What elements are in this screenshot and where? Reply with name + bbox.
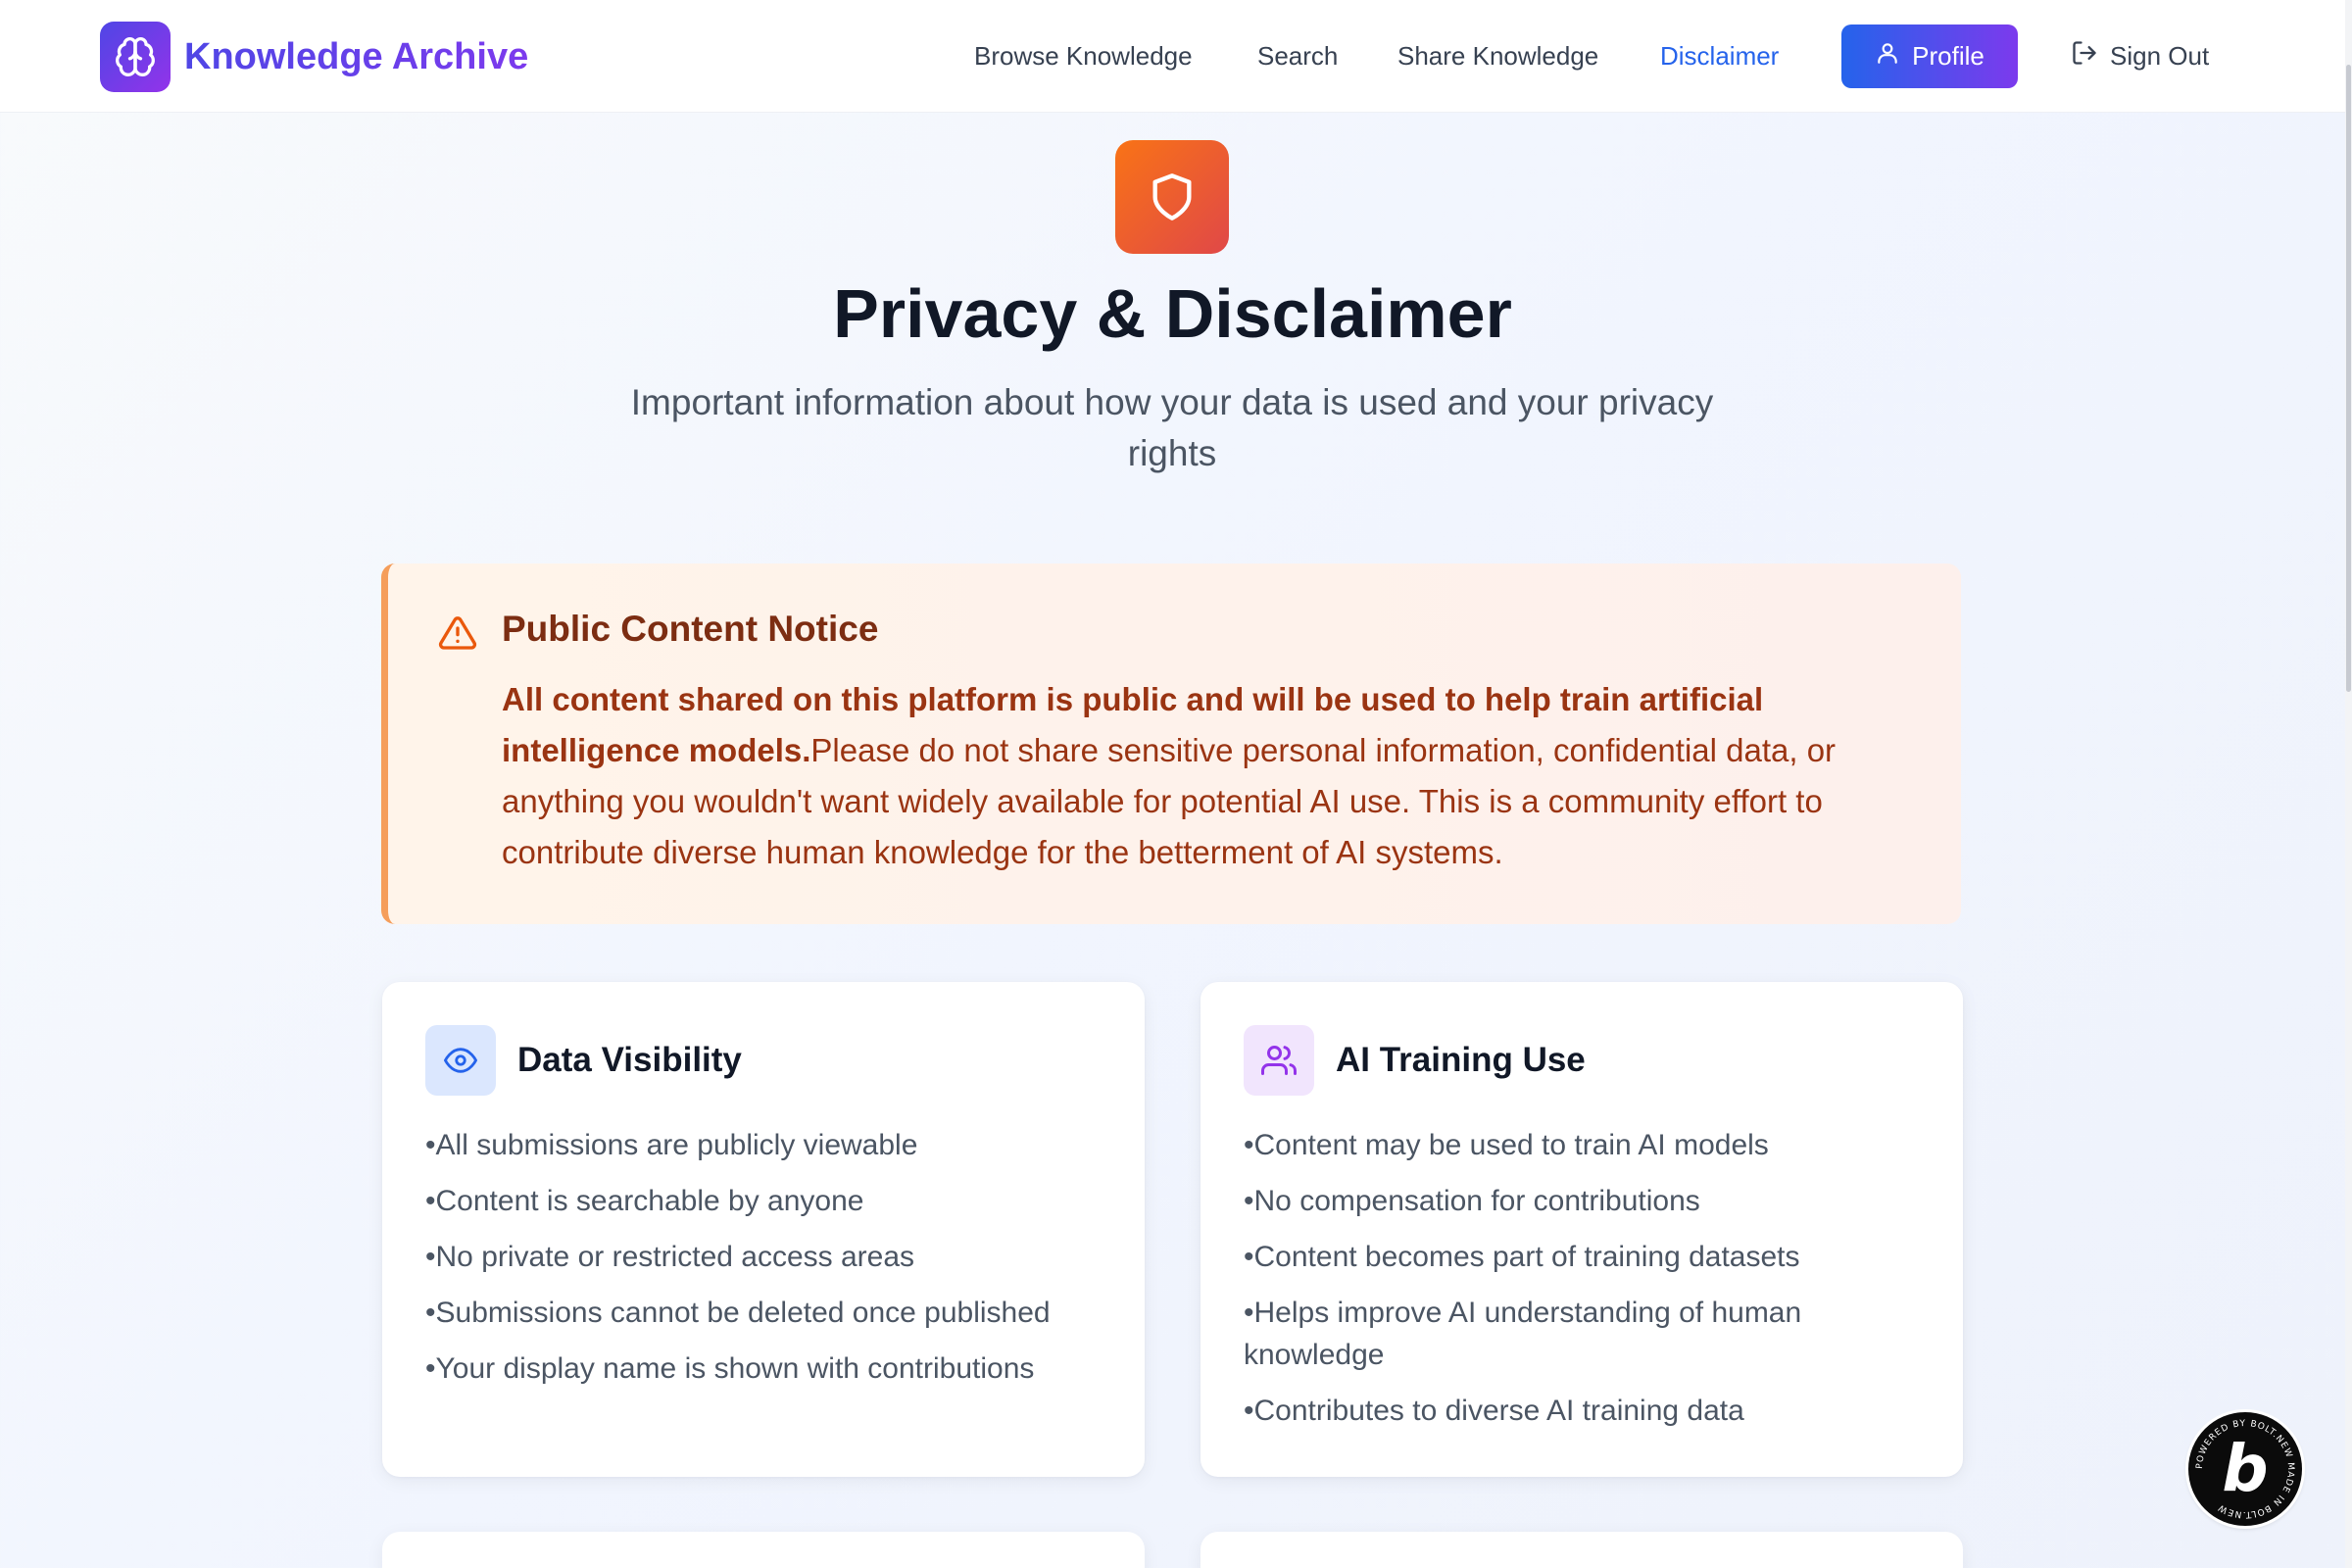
list-item: All submissions are publicly viewable — [425, 1124, 1111, 1166]
profile-button[interactable]: Profile — [1841, 24, 2018, 88]
next-card-partial — [382, 1532, 1145, 1568]
card-list: All submissions are publicly viewable Co… — [425, 1124, 1111, 1403]
page-subtitle: Important information about how your dat… — [630, 382, 1714, 473]
list-item: Submissions cannot be deleted once publi… — [425, 1292, 1111, 1334]
log-out-icon — [2071, 39, 2098, 74]
user-icon — [1875, 40, 1900, 73]
profile-button-label: Profile — [1912, 41, 1984, 71]
list-item: No private or restricted access areas — [425, 1236, 1111, 1278]
card-title: Data Visibility — [517, 1041, 742, 1079]
nav-share-knowledge[interactable]: Share Knowledge — [1397, 41, 1598, 72]
sign-out-label: Sign Out — [2110, 41, 2210, 71]
shield-icon — [1115, 140, 1229, 254]
card-title: AI Training Use — [1336, 1041, 1586, 1079]
bolt-ring-text: POWERED BY BOLT.NEW MADE IN BOLT.NEW — [2195, 1419, 2295, 1519]
next-card-partial — [1200, 1532, 1963, 1568]
ai-training-use-card: AI Training Use Content may be used to t… — [1200, 982, 1963, 1477]
bolt-badge[interactable]: POWERED BY BOLT.NEW MADE IN BOLT.NEW b — [2188, 1412, 2302, 1526]
list-item: No compensation for contributions — [1244, 1180, 1851, 1222]
notice-body: All content shared on this platform is p… — [502, 674, 1933, 878]
list-item: Content is searchable by anyone — [425, 1180, 1111, 1222]
brand-link[interactable]: Knowledge Archive — [100, 22, 528, 92]
public-content-notice: Public Content Notice All content shared… — [381, 564, 1961, 924]
list-item: Content may be used to train AI models — [1244, 1124, 1851, 1166]
brain-icon — [100, 22, 171, 92]
page-title: Privacy & Disclaimer — [833, 275, 1512, 352]
list-item: Content becomes part of training dataset… — [1244, 1236, 1851, 1278]
warning-triangle-icon — [437, 613, 478, 658]
list-item: Your display name is shown with contribu… — [425, 1348, 1111, 1390]
scrollbar-thumb[interactable] — [2346, 65, 2351, 692]
users-icon — [1244, 1025, 1314, 1096]
data-visibility-card: Data Visibility All submissions are publ… — [382, 982, 1145, 1477]
sign-out-button[interactable]: Sign Out — [2071, 39, 2209, 74]
nav-browse-knowledge[interactable]: Browse Knowledge — [974, 41, 1193, 72]
nav-search[interactable]: Search — [1257, 41, 1338, 72]
notice-title: Public Content Notice — [502, 609, 879, 649]
list-item: Helps improve AI understanding of human … — [1244, 1292, 1851, 1376]
svg-text:POWERED BY BOLT.NEW MADE IN BO: POWERED BY BOLT.NEW MADE IN BOLT.NEW — [2195, 1419, 2295, 1519]
page-scrollbar[interactable] — [2345, 0, 2352, 1568]
nav-disclaimer[interactable]: Disclaimer — [1660, 41, 1779, 72]
card-list: Content may be used to train AI models N… — [1244, 1124, 1851, 1446]
eye-icon — [425, 1025, 496, 1096]
brand-name: Knowledge Archive — [184, 35, 529, 77]
top-navigation-bar: Knowledge Archive Browse Knowledge Searc… — [0, 0, 2345, 113]
list-item: Contributes to diverse AI training data — [1244, 1390, 1851, 1432]
